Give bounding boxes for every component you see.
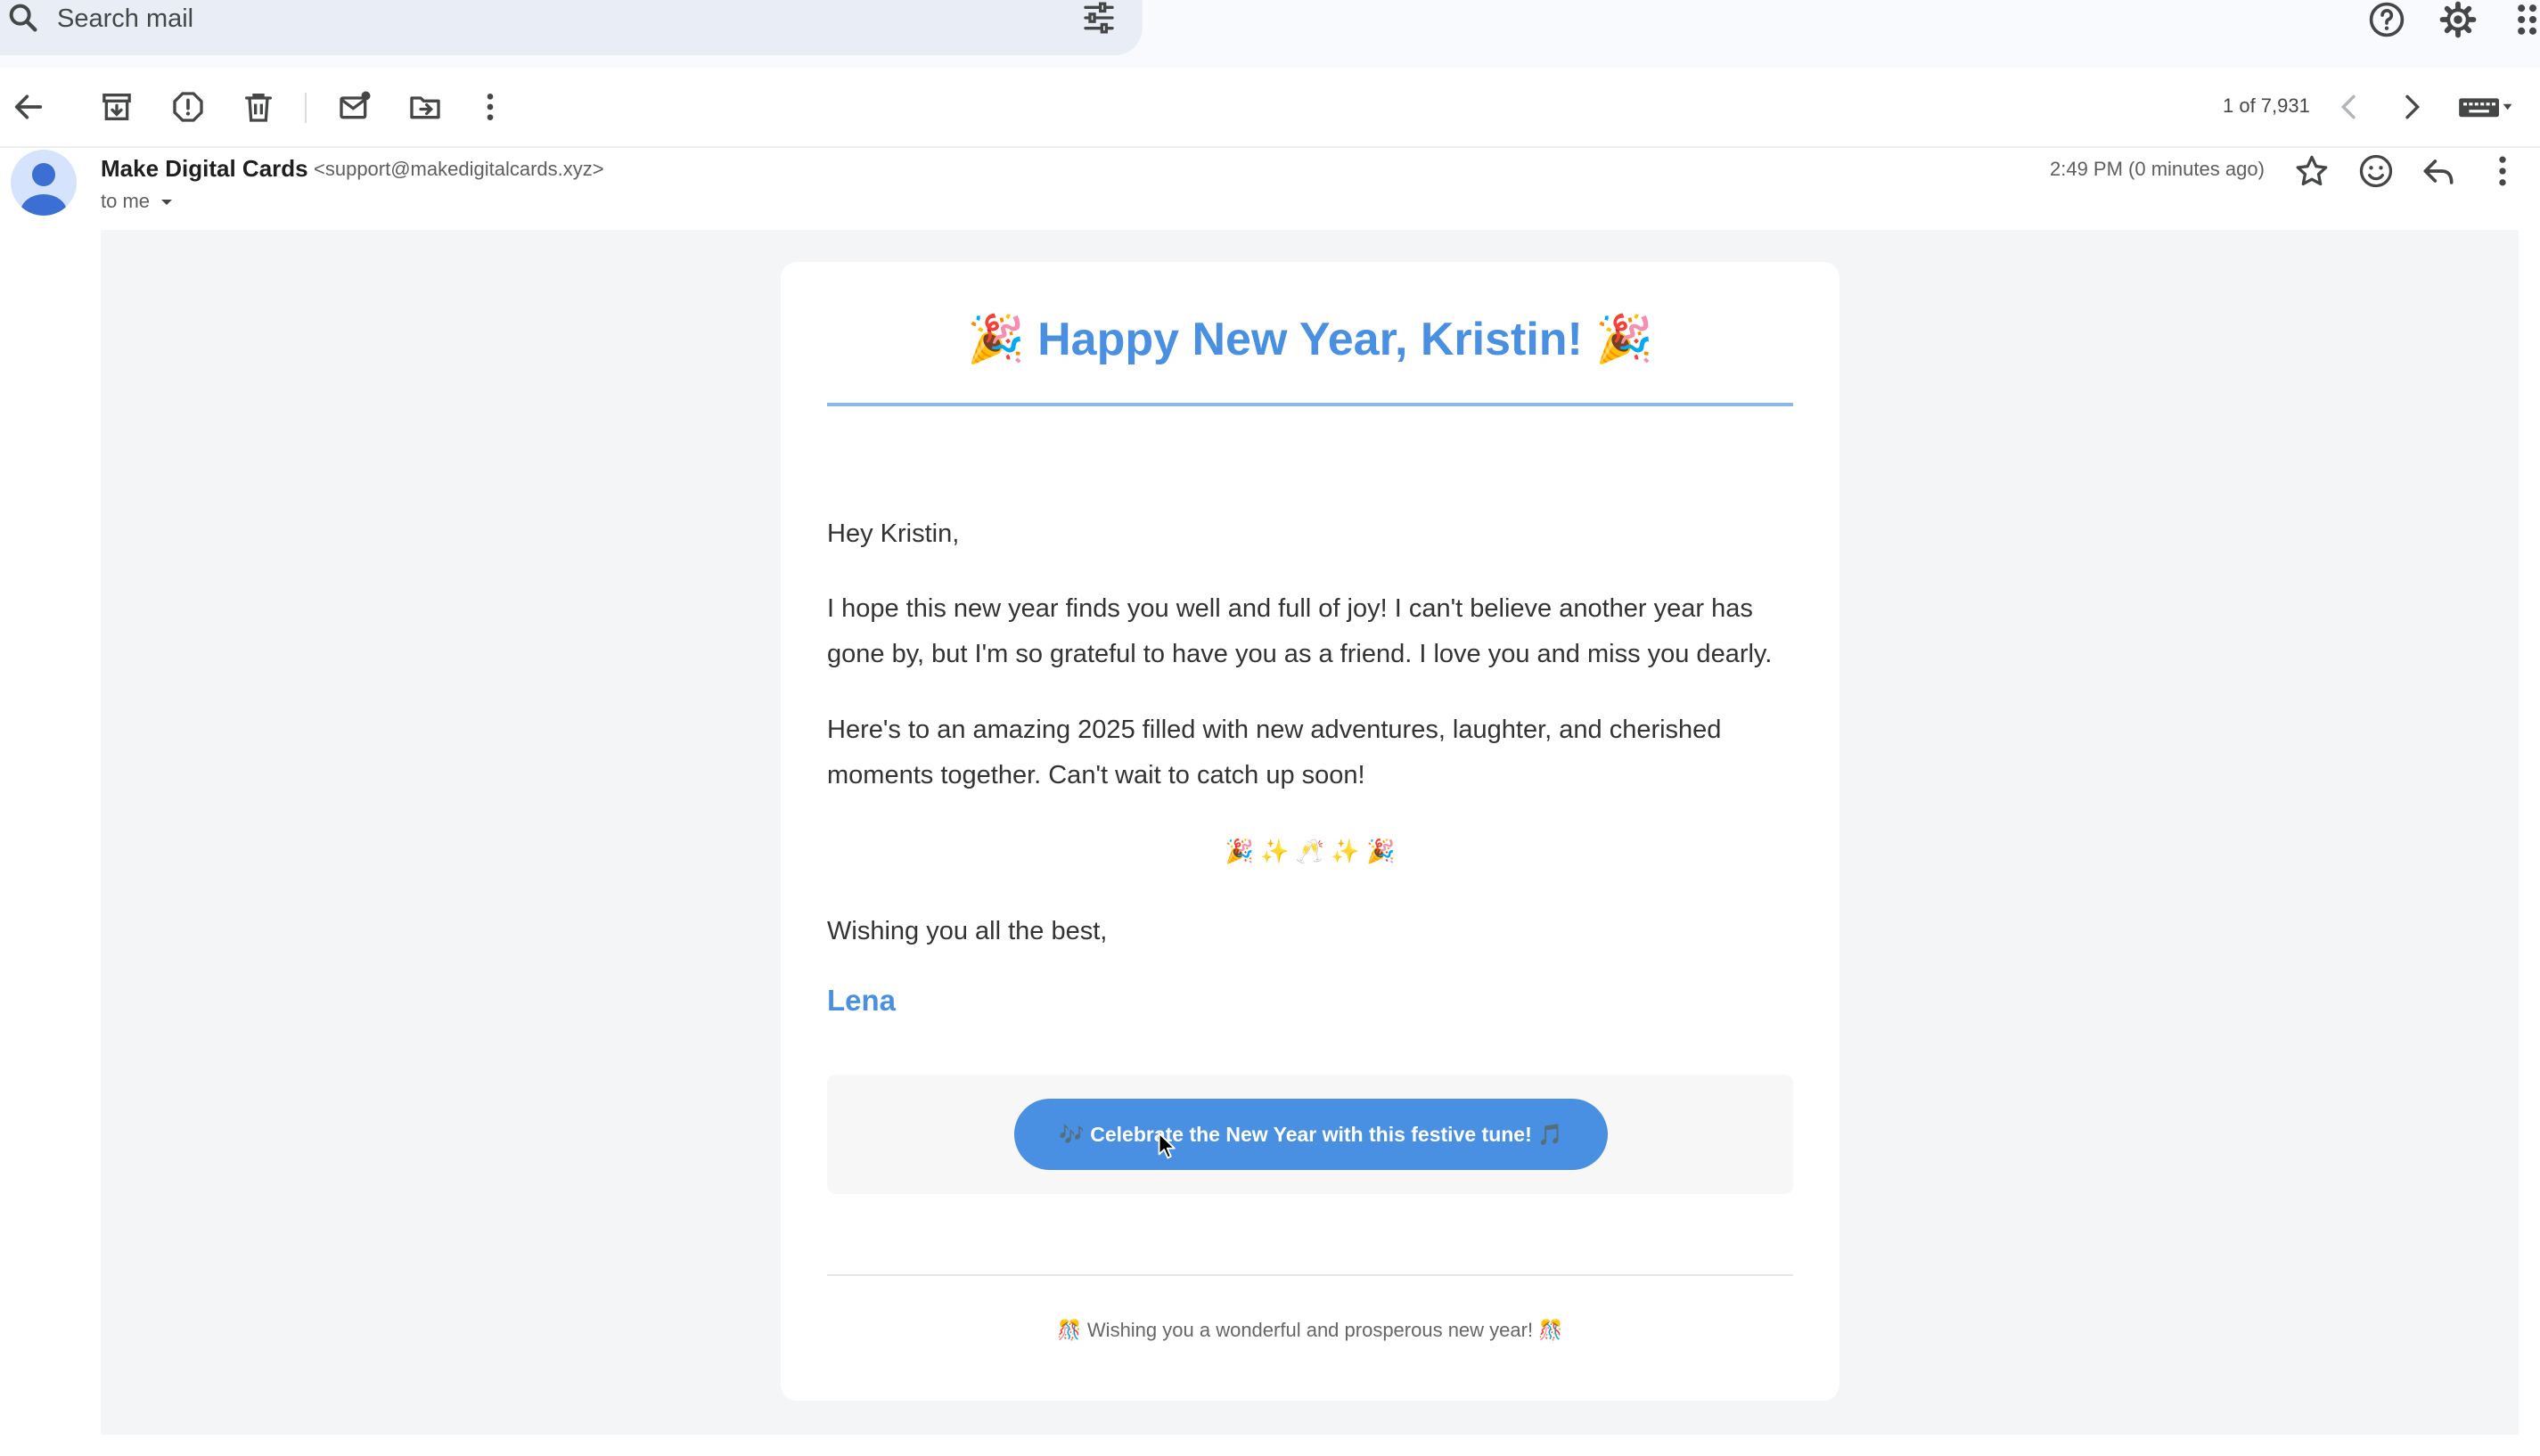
search-input[interactable]	[55, 0, 1039, 37]
avatar-person-icon	[20, 163, 67, 216]
celebrate-tune-button[interactable]: 🎶 Celebrate the New Year with this festi…	[1014, 1099, 1608, 1170]
toolbar-separator	[305, 93, 307, 123]
trash-icon[interactable]	[241, 89, 276, 125]
footer-divider	[827, 1274, 1793, 1276]
sender-name[interactable]: Make Digital Cards	[101, 155, 308, 183]
chevron-left-icon[interactable]	[2331, 89, 2367, 125]
recipient-label[interactable]: to me	[101, 190, 150, 213]
star-icon[interactable]	[2292, 151, 2331, 191]
filter-icon[interactable]	[1081, 0, 1117, 36]
avatar[interactable]	[11, 150, 77, 216]
footer-text: 🎊 Wishing you a wonderful and prosperous…	[1057, 1319, 1563, 1341]
reply-icon[interactable]	[2419, 151, 2458, 191]
page-count: 1 of 7,931	[2223, 94, 2310, 117]
signature: Lena	[827, 984, 897, 1017]
settings-icon[interactable]	[2438, 0, 2478, 39]
chevron-right-icon[interactable]	[2394, 89, 2429, 125]
message-toolbar: 1 of 7,931	[0, 68, 2540, 148]
mark-unread-icon[interactable]	[337, 89, 373, 125]
closing-text: Wishing you all the best,	[827, 917, 1108, 945]
timestamp: 2:49 PM (0 minutes ago)	[2050, 158, 2265, 180]
cursor-icon	[1158, 1132, 1176, 1159]
report-spam-icon[interactable]	[170, 89, 206, 125]
back-arrow-icon[interactable]	[11, 89, 46, 125]
title-divider	[827, 403, 1793, 406]
search-bar[interactable]	[0, 0, 1143, 55]
chevron-down-icon[interactable]	[157, 194, 176, 210]
sender-email: <support@makedigitalcards.xyz>	[314, 158, 604, 180]
card-title: 🎉 Happy New Year, Kristin! 🎉	[966, 314, 1654, 365]
body-paragraph-2: Here's to an amazing 2025 filled with ne…	[827, 716, 1722, 789]
keyboard-icon[interactable]	[2456, 89, 2513, 125]
top-bar	[0, 0, 2540, 68]
apps-grid-icon[interactable]	[2513, 0, 2540, 39]
search-icon[interactable]	[5, 0, 41, 36]
emoji-row: 🎉 ✨ 🥂 ✨ 🎉	[1225, 838, 1396, 864]
help-icon[interactable]	[2367, 0, 2406, 39]
body-paragraph-1: I hope this new year finds you well and …	[827, 594, 1773, 668]
emoji-icon[interactable]	[2356, 151, 2396, 191]
more-vert-icon[interactable]	[2483, 151, 2522, 191]
cta-container: 🎶 Celebrate the New Year with this festi…	[827, 1075, 1793, 1194]
greeting-text: Hey Kristin,	[827, 519, 960, 548]
greeting-card: 🎉 Happy New Year, Kristin! 🎉 Hey Kristin…	[781, 262, 1839, 1401]
more-vert-icon[interactable]	[472, 89, 508, 125]
archive-icon[interactable]	[99, 89, 135, 125]
move-to-icon[interactable]	[407, 89, 443, 125]
